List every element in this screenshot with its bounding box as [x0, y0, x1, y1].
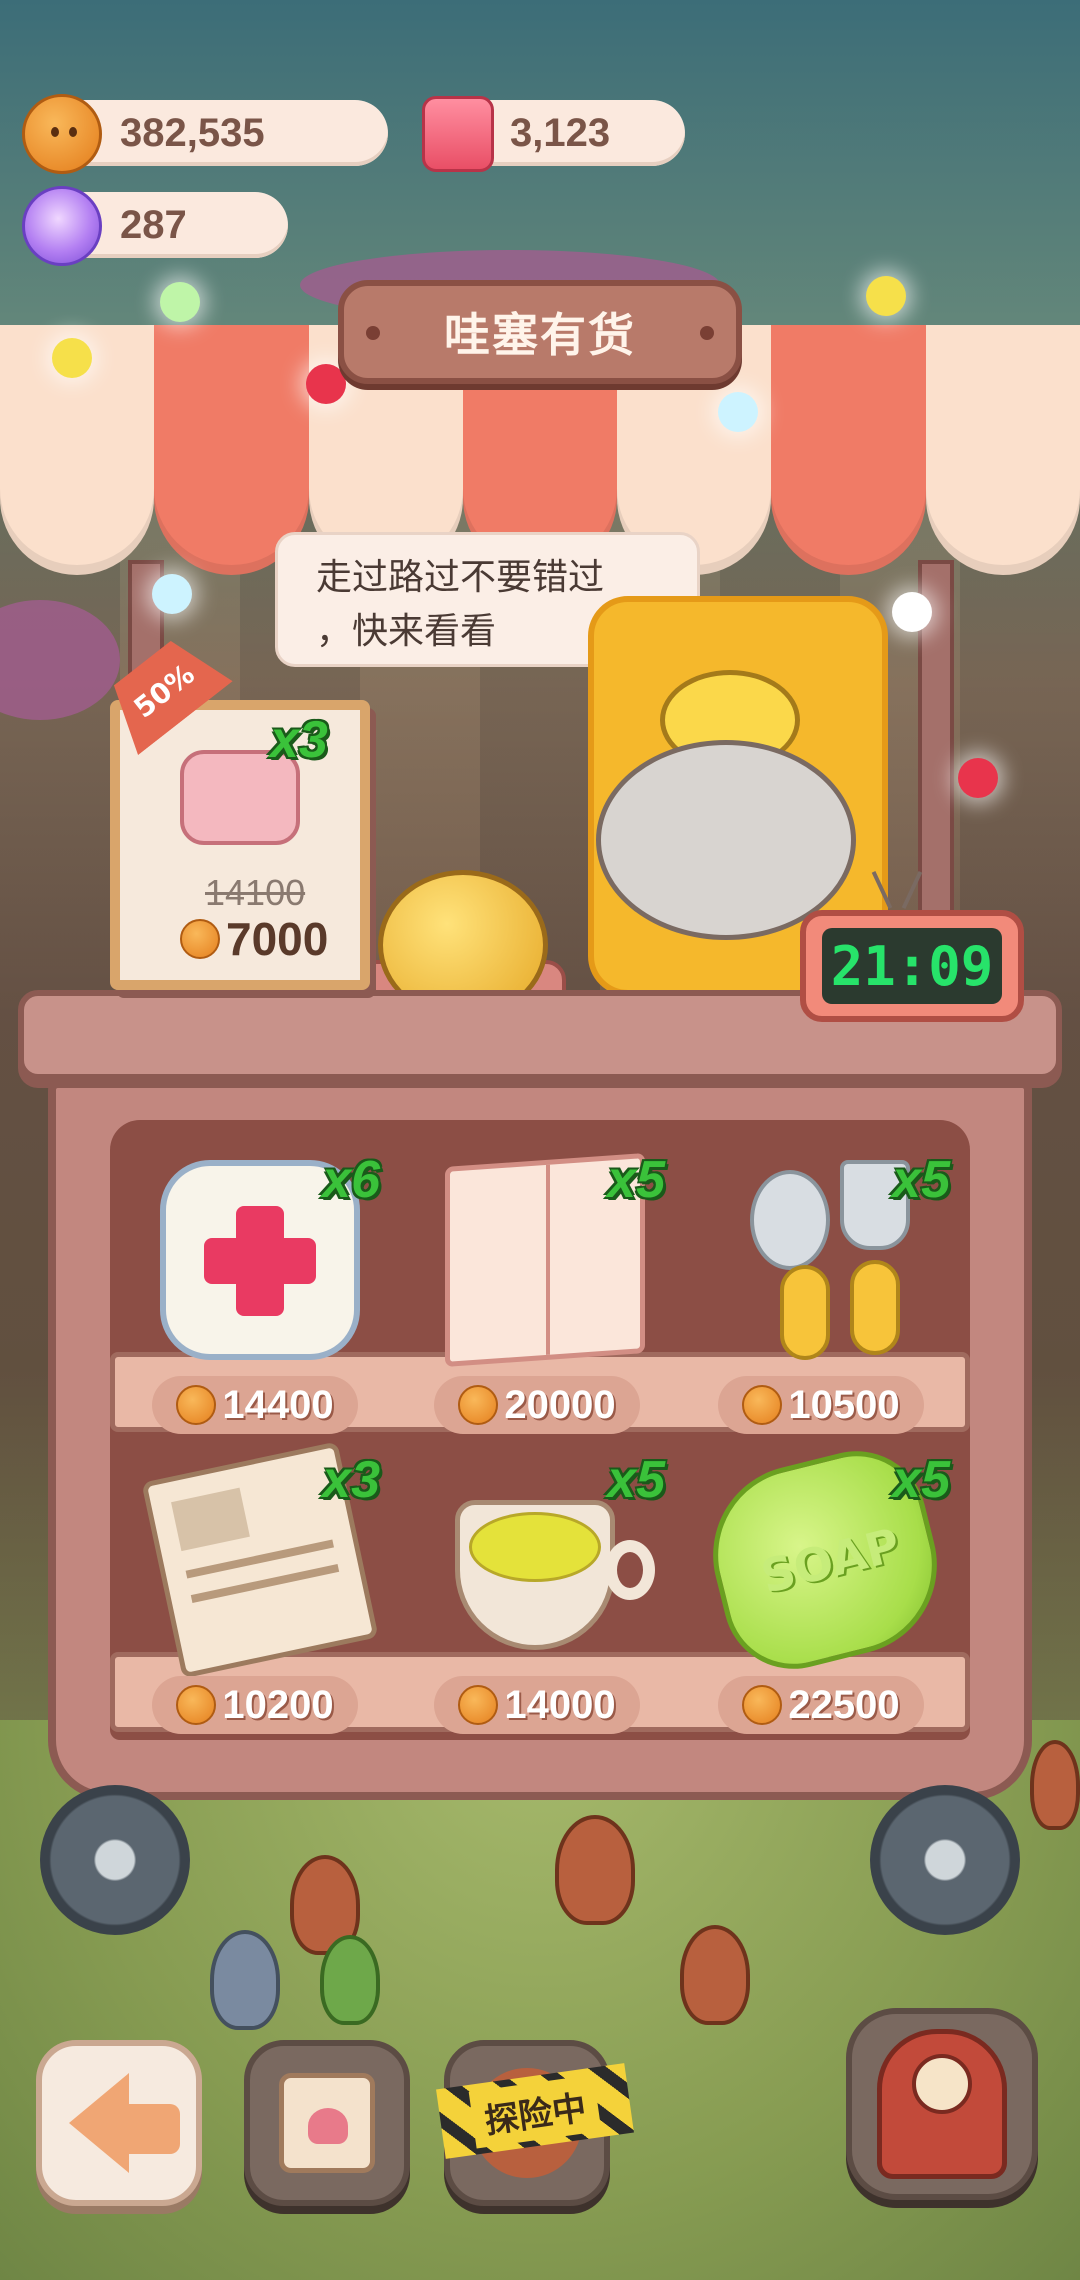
cookie-coin-icon — [180, 919, 220, 959]
candy-icon — [22, 186, 102, 266]
item-quantity: x5 — [607, 1451, 665, 1509]
item-quantity: x5 — [892, 1451, 950, 1509]
item-price: 20000 — [434, 1376, 640, 1434]
string-light — [892, 592, 932, 632]
townsfolk-character — [320, 1935, 380, 2025]
diary-button[interactable] — [244, 2040, 410, 2206]
string-light — [866, 276, 906, 316]
cookie-coin-icon — [176, 1385, 217, 1425]
item-price-value: 10500 — [788, 1382, 900, 1427]
item-price: 14000 — [434, 1676, 640, 1734]
offer-quantity: x3 — [270, 711, 328, 769]
item-price-value: 20000 — [504, 1382, 616, 1427]
shop-item-tea-cup[interactable]: x5 — [425, 1450, 665, 1710]
townsfolk-character — [1030, 1740, 1080, 1830]
restock-timer: 21:09 — [800, 910, 1024, 1022]
string-light — [152, 574, 192, 614]
candle-currency: 3,123 — [422, 96, 685, 172]
item-price-value: 14400 — [222, 1382, 334, 1427]
string-light — [160, 282, 200, 322]
cookie-coin-icon — [458, 1685, 499, 1725]
shop-title: 哇塞有货 — [444, 308, 636, 362]
cookie-coin-icon — [458, 1385, 499, 1425]
candy-currency: 287 — [22, 186, 288, 266]
cookie-coin-icon — [742, 1385, 783, 1425]
shop-item-soap[interactable]: SOAP x5 — [694, 1436, 956, 1710]
cart-wheel — [40, 1785, 190, 1935]
item-quantity: x5 — [892, 1151, 950, 1209]
back-arrow-tail — [120, 2104, 180, 2154]
string-light — [306, 364, 346, 404]
cart-wheel — [870, 1785, 1020, 1935]
townsfolk-character — [555, 1815, 635, 1925]
cookie-currency: 382,535 — [22, 94, 388, 174]
shop-item-newspaper[interactable]: x3 — [140, 1441, 380, 1710]
string-light — [718, 392, 758, 432]
gacha-machine-button[interactable] — [846, 2008, 1038, 2200]
item-price: 10500 — [718, 1376, 924, 1434]
item-price: 22500 — [718, 1676, 924, 1734]
item-quantity: x5 — [607, 1151, 665, 1209]
shop-title-sign: 哇塞有货 — [338, 280, 742, 384]
offer-price-value: 7000 — [226, 913, 329, 965]
offer-price: 7000 — [180, 912, 328, 966]
exploring-label: 探险中 — [468, 2074, 602, 2148]
townsfolk-character — [210, 1930, 280, 2030]
item-price-value: 22500 — [788, 1682, 900, 1727]
item-quantity: x3 — [322, 1451, 380, 1509]
timer-display: 21:09 — [822, 928, 1002, 1004]
string-light — [52, 338, 92, 378]
offer-old-price: 14100 — [205, 872, 306, 913]
calendar-heart-icon — [279, 2073, 375, 2173]
cookie-coin-icon — [742, 1685, 783, 1725]
shop-item-first-aid-kit[interactable]: x6 — [140, 1150, 380, 1410]
item-price: 14400 — [152, 1376, 358, 1434]
item-price-value: 14000 — [504, 1682, 616, 1727]
gacha-machine-icon — [877, 2029, 1007, 2179]
shop-item-spoon-and-fork[interactable]: x5 — [710, 1150, 950, 1410]
candle-icon — [422, 96, 494, 172]
back-button[interactable] — [36, 2040, 202, 2206]
cookie-icon — [22, 94, 102, 174]
item-quantity: x6 — [322, 1151, 380, 1209]
townsfolk-character — [680, 1925, 750, 2025]
cookie-coin-icon — [176, 1685, 217, 1725]
item-price-value: 10200 — [222, 1682, 334, 1727]
item-price: 10200 — [152, 1676, 358, 1734]
shop-item-magazine[interactable]: x5 — [425, 1150, 665, 1410]
soap-label: SOAP — [755, 1517, 906, 1604]
